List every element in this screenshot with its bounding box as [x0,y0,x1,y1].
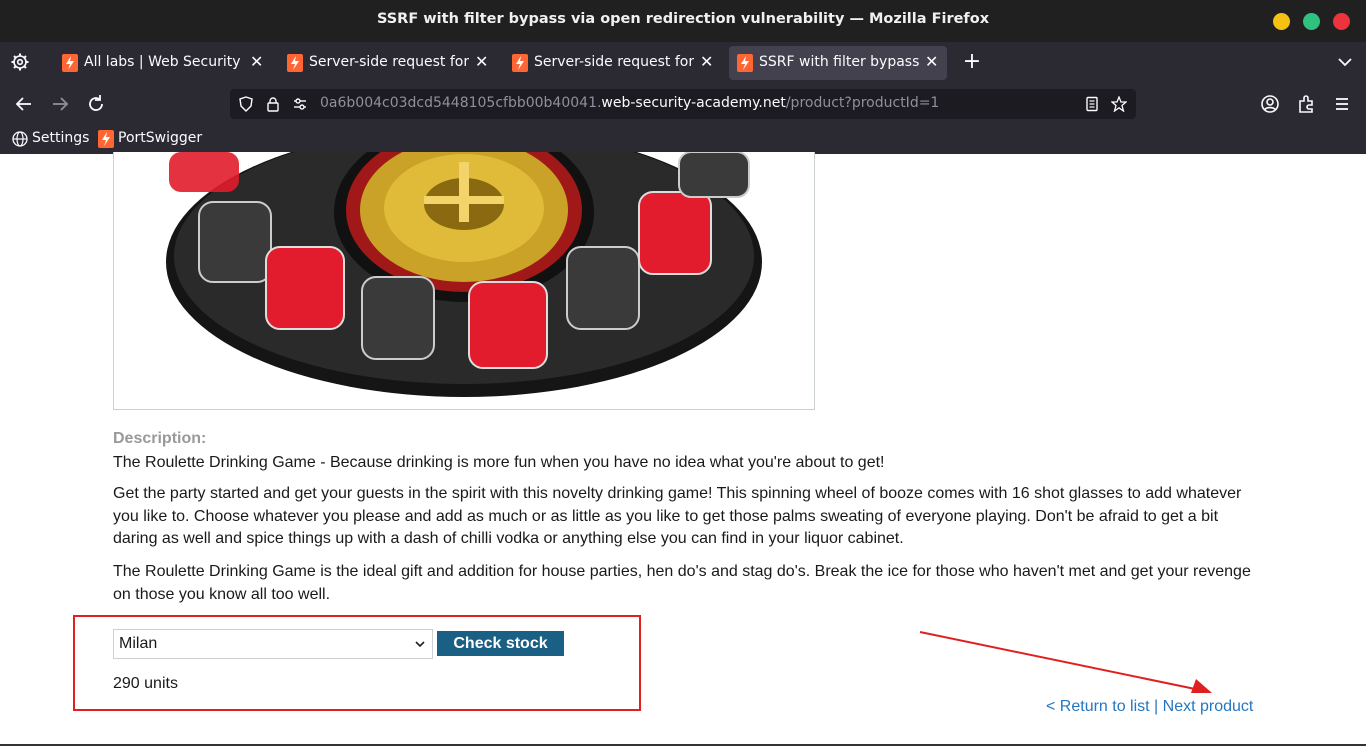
description-paragraph: The Roulette Drinking Game - Because dri… [113,454,885,471]
page-content: Description: The Roulette Drinking Game … [0,152,1366,746]
forward-arrow-icon[interactable] [48,92,72,116]
close-tab-icon[interactable]: ✕ [475,52,489,72]
description-paragraph: Get the party started and get your guest… [113,485,1242,547]
stock-result: 290 units [113,675,178,692]
portswigger-icon [98,130,114,148]
url-prefix: 0a6b004c03dcd5448105cfbb00b40041. [320,95,602,111]
portswigger-icon [287,54,303,72]
url-path: /product?productId=1 [785,95,940,111]
url-text[interactable]: 0a6b004c03dcd5448105cfbb00b40041.web-sec… [320,95,939,111]
store-select-value: Milan [119,635,158,652]
tab-all-labs[interactable]: All labs | Web Security Academy ✕ [54,46,272,80]
link-separator: | [1149,698,1163,715]
check-stock-button[interactable]: Check stock [437,631,564,656]
tab-label: Server-side request forgery [309,54,469,70]
chevron-down-icon [415,641,425,648]
annotation-arrow [919,631,1212,693]
window-titlebar: SSRF with filter bypass via open redirec… [0,0,1366,42]
tab-label: Server-side request forgery [534,54,694,70]
reader-view-icon[interactable] [1084,96,1100,112]
tab-strip: All labs | Web Security Academy ✕ Server… [0,42,1366,84]
bookmark-label: PortSwigger [118,130,203,146]
url-host: web-security-academy.net [601,95,786,111]
hamburger-menu-icon[interactable] [1330,92,1354,116]
store-select[interactable]: Milan [113,629,433,659]
tab-label: SSRF with filter bypass via open redirec… [759,54,919,70]
navigation-toolbar: 0a6b004c03dcd5448105cfbb00b40041.web-sec… [0,84,1366,124]
url-bar[interactable]: 0a6b004c03dcd5448105cfbb00b40041.web-sec… [230,89,1136,119]
permissions-icon[interactable] [292,96,308,112]
close-tab-icon[interactable]: ✕ [925,52,939,72]
bookmarks-toolbar: Settings PortSwigger [0,124,1366,154]
extensions-icon[interactable] [1294,92,1318,116]
description-label: Description: [113,430,207,447]
window-title: SSRF with filter bypass via open redirec… [376,11,990,27]
bookmark-star-icon[interactable] [1111,96,1127,112]
minimize-button[interactable] [1273,13,1290,30]
gear-icon[interactable] [10,52,30,72]
close-tab-icon[interactable]: ✕ [700,52,714,72]
tab-label: All labs | Web Security Academy [84,54,244,70]
tab-ssrf-filter-bypass[interactable]: SSRF with filter bypass via open redirec… [729,46,947,80]
roulette-drinking-game-image [166,152,762,397]
reload-icon[interactable] [84,92,108,116]
description-paragraph: The Roulette Drinking Game is the ideal … [113,563,1251,603]
portswigger-icon [62,54,78,72]
product-navigation-links: < Return to list | Next product [1046,698,1253,716]
account-icon[interactable] [1258,92,1282,116]
new-tab-button[interactable]: + [958,48,986,76]
maximize-button[interactable] [1303,13,1320,30]
next-product-link[interactable]: Next product [1163,698,1254,715]
chevron-down-icon[interactable] [1333,52,1357,72]
bookmark-label: Settings [32,130,90,146]
lock-icon[interactable] [265,96,281,112]
globe-icon [12,131,28,147]
shield-icon[interactable] [238,96,254,112]
portswigger-icon [512,54,528,72]
product-image [113,152,815,410]
close-tab-icon[interactable]: ✕ [250,52,264,72]
return-to-list-link[interactable]: < Return to list [1046,698,1150,715]
tab-ssrf-2[interactable]: Server-side request forgery ✕ [504,46,722,80]
back-arrow-icon[interactable] [12,92,36,116]
portswigger-icon [737,54,753,72]
close-window-button[interactable] [1333,13,1350,30]
tab-ssrf-1[interactable]: Server-side request forgery ✕ [279,46,497,80]
